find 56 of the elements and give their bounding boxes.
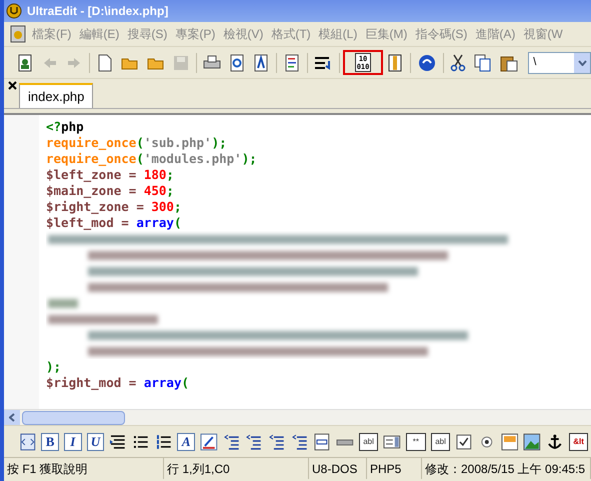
- status-field: PHP5: [367, 458, 422, 479]
- form-icon[interactable]: [313, 432, 332, 450]
- list-box-icon[interactable]: [383, 432, 402, 450]
- format-letter-button[interactable]: A: [177, 432, 195, 450]
- code-line: $main_zone = 450;: [46, 183, 175, 199]
- format-letter-button[interactable]: B: [41, 432, 59, 450]
- code-line: <?php: [46, 119, 85, 135]
- code-line: $right_zone = 300;: [46, 199, 182, 215]
- horizontal-scrollbar[interactable]: [4, 409, 591, 425]
- status-field: 修改：2008/5/15 上午 09:45:5: [422, 458, 591, 479]
- new-document-icon[interactable]: [96, 54, 113, 72]
- status-field: 按 F1 獲取說明: [4, 458, 164, 479]
- text-field-tool-button[interactable]: **: [406, 432, 426, 450]
- document-person-icon[interactable]: [16, 54, 34, 72]
- indent-icon[interactable]: [245, 432, 264, 450]
- copy-icon[interactable]: [474, 54, 492, 72]
- colored-lines-document-icon[interactable]: [284, 54, 300, 72]
- image-frame-icon[interactable]: [500, 432, 518, 450]
- globe-icon[interactable]: [418, 54, 436, 72]
- column-document-icon[interactable]: [387, 54, 404, 72]
- search-combo[interactable]: \: [528, 52, 591, 74]
- document-menu-icon[interactable]: [10, 25, 26, 43]
- indent-icon[interactable]: [268, 432, 286, 450]
- file-tab[interactable]: index.php: [19, 83, 94, 108]
- indent-icon[interactable]: [290, 432, 308, 450]
- printer-icon[interactable]: [203, 54, 222, 70]
- code-line: require_once('modules.php');: [46, 151, 258, 167]
- status-field: 行 1,列1,C0: [164, 458, 309, 479]
- close-icon[interactable]: [8, 81, 17, 90]
- html-document-icon[interactable]: [18, 432, 36, 450]
- status-field: U8-DOS: [309, 458, 367, 479]
- anchor-icon[interactable]: [546, 432, 564, 450]
- image-icon[interactable]: [523, 432, 542, 450]
- scissors-icon[interactable]: [450, 54, 466, 72]
- pen-icon[interactable]: [200, 432, 218, 450]
- numbered-list-icon[interactable]: [154, 432, 172, 450]
- paste-icon[interactable]: [500, 54, 518, 72]
- code-line: $right_mod = array(: [46, 375, 190, 391]
- window-title: UltraEdit - [D:\index.php]: [27, 3, 168, 20]
- code-line: $left_zone = 180;: [46, 167, 175, 183]
- magnifier-document-icon[interactable]: [229, 54, 246, 72]
- wrap-lines-icon[interactable]: [314, 54, 332, 70]
- text-document-icon[interactable]: [253, 54, 270, 72]
- text-field-tool-button[interactable]: abl: [358, 432, 378, 450]
- align-icon[interactable]: [109, 432, 127, 450]
- scroll-left-icon[interactable]: [9, 413, 15, 422]
- text-field-tool-button[interactable]: abl: [430, 432, 450, 450]
- app-logo-icon: [6, 3, 22, 19]
- format-letter-button[interactable]: I: [64, 432, 82, 450]
- checkbox-icon[interactable]: [455, 432, 474, 450]
- code-line: );: [46, 359, 62, 375]
- indent-icon[interactable]: [222, 432, 240, 450]
- code-line: require_once('sub.php');: [46, 135, 228, 151]
- code-line: $left_mod = array(: [46, 215, 182, 231]
- entity-button[interactable]: &lt: [568, 432, 588, 450]
- format-letter-button[interactable]: U: [86, 432, 104, 450]
